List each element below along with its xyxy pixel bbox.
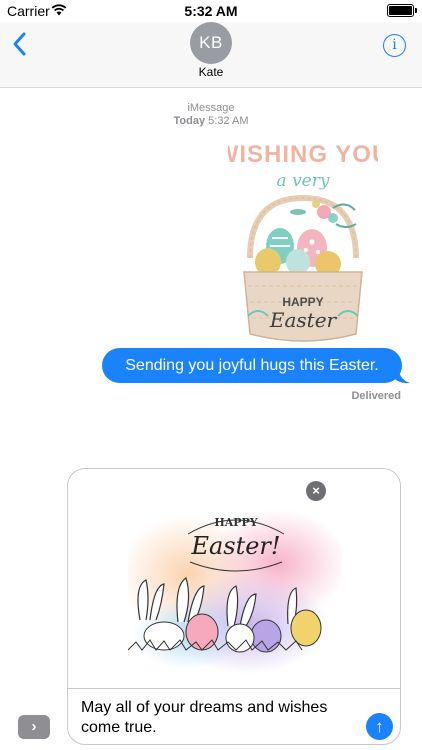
- info-icon[interactable]: i: [383, 34, 406, 57]
- easter-basket-sticker[interactable]: WISHING YOU a very HAPPY Easter: [228, 138, 378, 348]
- compose-divider: [68, 688, 400, 689]
- sticker-line-easter: Easter: [269, 308, 338, 332]
- sticker-line-avery: a very: [277, 171, 330, 191]
- status-bar: Carrier 5:32 AM: [0, 0, 422, 22]
- sticker-line-wishing: WISHING YOU: [228, 141, 378, 168]
- sent-message-bubble[interactable]: Sending you joyful hugs this Easter.: [102, 348, 402, 383]
- battery-icon: [387, 4, 417, 17]
- close-icon[interactable]: ×: [306, 481, 326, 501]
- message-input[interactable]: May all of your dreams and wishes come t…: [81, 698, 361, 738]
- happy-easter-sticker[interactable]: HAPPY Easter!: [128, 504, 342, 674]
- arrow-up-icon[interactable]: ↑: [366, 713, 393, 740]
- compose-field[interactable]: HAPPY Easter! × May all of your dreams a…: [67, 468, 401, 745]
- sticker-line-easter: Easter!: [190, 532, 280, 560]
- timestamp: Today 5:32 AM: [0, 115, 422, 127]
- chevron-left-icon[interactable]: [9, 31, 31, 57]
- timestamp-day: Today: [173, 115, 206, 127]
- bubble-tail: [392, 368, 410, 384]
- sticker-line-happy: HAPPY: [282, 295, 323, 309]
- timestamp-time: 5:32 AM: [208, 115, 249, 127]
- delivery-status: Delivered: [351, 390, 401, 402]
- sticker-line-happy: HAPPY: [214, 516, 257, 529]
- conversation-header: KB Kate i: [0, 22, 422, 88]
- contact-name[interactable]: Kate: [0, 65, 422, 79]
- clock: 5:32 AM: [184, 3, 238, 19]
- chevron-right-icon[interactable]: ›: [18, 715, 50, 739]
- avatar[interactable]: KB: [190, 22, 232, 64]
- battery-fill: [389, 6, 412, 15]
- service-label: iMessage: [187, 102, 235, 114]
